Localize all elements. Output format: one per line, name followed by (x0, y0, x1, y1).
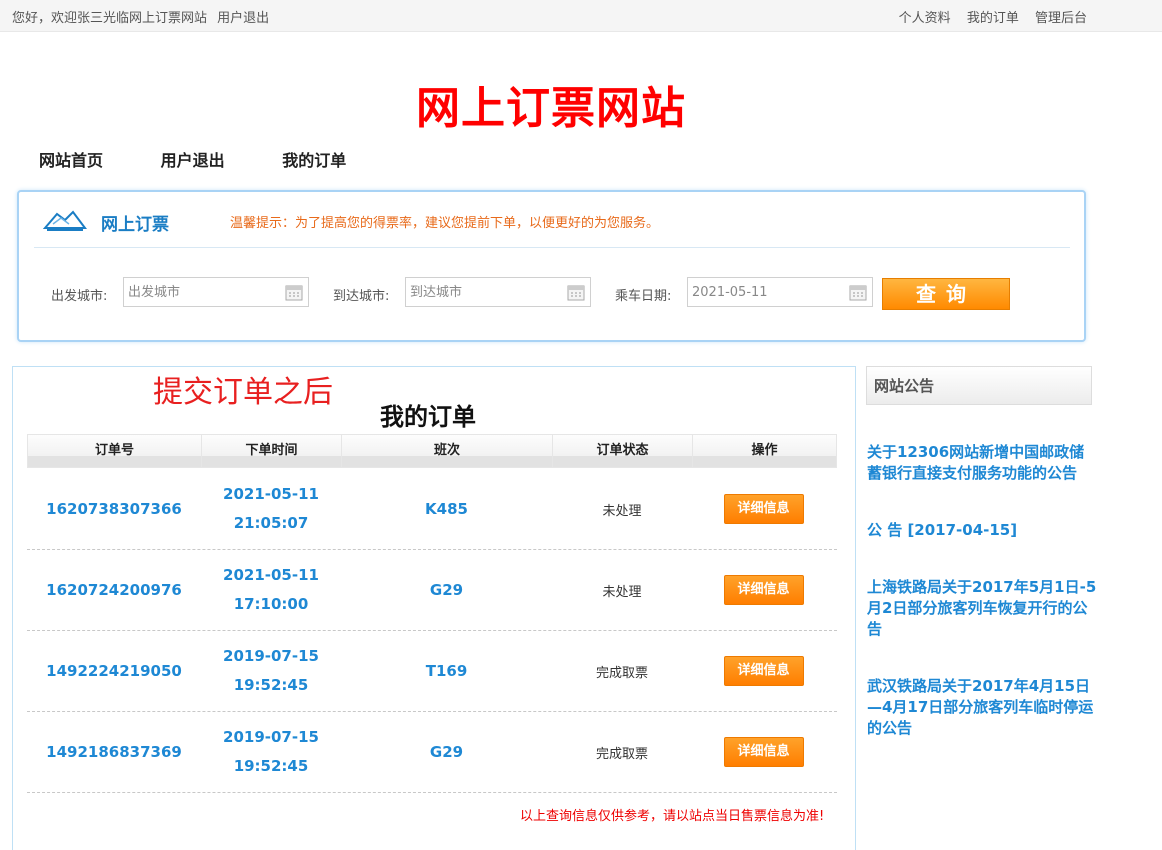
order-status: 未处理 (602, 503, 642, 519)
topbar-right: 个人资料 我的订单 管理后台 (887, 7, 1087, 26)
top-bar: 您好，欢迎张三光临网上订票网站 用户退出 个人资料 我的订单 管理后台 (0, 0, 1162, 32)
order-date: 2021-05-11 (223, 566, 319, 584)
order-id: 1620724200976 (46, 581, 182, 599)
annotation-note: 提交订单之后 (153, 375, 333, 410)
to-city-input[interactable]: 到达城市 (405, 277, 591, 307)
my-orders-link[interactable]: 我的订单 (967, 11, 1019, 26)
col-order-id: 订单号 (28, 435, 202, 467)
order-time: 2021-05-11 21:05:07 (201, 480, 341, 538)
query-button[interactable]: 查询 (882, 278, 1010, 310)
col-train: 班次 (342, 435, 553, 467)
notice-item[interactable]: 公 告 [2017-04-15] (867, 520, 1097, 541)
order-action: 详细信息 (692, 737, 835, 767)
date-label: 乘车日期: (615, 289, 672, 304)
detail-button[interactable]: 详细信息 (723, 575, 804, 605)
profile-link[interactable]: 个人资料 (899, 11, 951, 26)
notice-header: 网站公告 (866, 366, 1092, 405)
admin-link[interactable]: 管理后台 (1035, 11, 1087, 26)
from-city-label: 出发城市: (51, 289, 108, 304)
order-train: G29 (429, 743, 464, 761)
order-time: 2019-07-15 19:52:45 (201, 642, 341, 700)
topbar-left: 您好，欢迎张三光临网上订票网站 用户退出 (12, 7, 275, 26)
order-action: 详细信息 (692, 494, 835, 524)
order-clock: 19:52:45 (233, 757, 309, 775)
order-status: 未处理 (602, 584, 642, 600)
order-clock: 21:05:07 (233, 514, 309, 532)
col-status: 订单状态 (553, 435, 693, 467)
notice-item[interactable]: 武汉铁路局关于2017年4月15日—4月17日部分旅客列车临时停运的公告 (867, 676, 1097, 739)
welcome-text: 您好，欢迎张三光临网上订票网站 (12, 11, 208, 26)
nav-home[interactable]: 网站首页 (39, 151, 103, 170)
search-tip: 温馨提示：为了提高您的得票率，建议您提前下单，以便更好的为您服务。 (230, 216, 660, 231)
orders-title: 我的订单 (380, 403, 476, 431)
order-time: 2019-07-15 19:52:45 (201, 723, 341, 781)
table-row: 1620724200976 2021-05-11 17:10:00 G29 未处… (27, 550, 837, 631)
site-title: 网上订票网站 (416, 83, 686, 134)
detail-button[interactable]: 详细信息 (723, 737, 804, 767)
order-id: 1492186837369 (46, 743, 182, 761)
col-order-time: 下单时间 (202, 435, 342, 467)
order-status: 完成取票 (595, 665, 648, 681)
nav-logout[interactable]: 用户退出 (161, 151, 225, 170)
table-row: 1620738307366 2021-05-11 21:05:07 K485 未… (27, 469, 837, 550)
order-train: K485 (425, 500, 468, 518)
to-city-label: 到达城市: (333, 289, 390, 304)
detail-button[interactable]: 详细信息 (723, 494, 804, 524)
topbar-logout-link[interactable]: 用户退出 (217, 11, 269, 26)
notice-item[interactable]: 上海铁路局关于2017年5月1日-5月2日部分旅客列车恢复开行的公告 (867, 577, 1097, 640)
order-action: 详细信息 (692, 656, 835, 686)
nav-my-orders[interactable]: 我的订单 (282, 151, 346, 170)
panel-divider (34, 247, 1070, 248)
table-row: 1492186837369 2019-07-15 19:52:45 G29 完成… (27, 712, 837, 793)
order-train: G29 (429, 581, 464, 599)
orders-table-header: 订单号 下单时间 班次 订单状态 操作 (27, 434, 837, 468)
order-clock: 19:52:45 (233, 676, 309, 694)
calendar-icon[interactable] (849, 284, 867, 301)
main-nav: 网站首页 用户退出 我的订单 (39, 147, 398, 171)
detail-button[interactable]: 详细信息 (723, 656, 804, 686)
date-value: 2021-05-11 (692, 285, 768, 300)
order-action: 详细信息 (692, 575, 835, 605)
calendar-icon[interactable] (567, 284, 585, 301)
table-row: 1492224219050 2019-07-15 19:52:45 T169 完… (27, 631, 837, 712)
order-date: 2019-07-15 (223, 728, 319, 746)
order-date: 2019-07-15 (223, 647, 319, 665)
search-panel-title: 网上订票 (101, 215, 169, 235)
order-id: 1620738307366 (46, 500, 182, 518)
from-city-placeholder: 出发城市 (128, 285, 181, 300)
order-time: 2021-05-11 17:10:00 (201, 561, 341, 619)
orders-disclaimer: 以上查询信息仅供参考，请以站点当日售票信息为准! (520, 809, 825, 824)
from-city-input[interactable]: 出发城市 (123, 277, 309, 307)
to-city-placeholder: 到达城市 (410, 285, 463, 300)
notice-item[interactable]: 关于12306网站新增中国邮政储蓄银行直接支付服务功能的公告 (867, 442, 1097, 484)
date-input[interactable]: 2021-05-11 (687, 277, 873, 307)
order-clock: 17:10:00 (233, 595, 309, 613)
order-train: T169 (425, 662, 468, 680)
calendar-icon[interactable] (285, 284, 303, 301)
order-date: 2021-05-11 (223, 485, 319, 503)
order-status: 完成取票 (595, 746, 648, 762)
ticket-search-panel: 网上订票 温馨提示：为了提高您的得票率，建议您提前下单，以便更好的为您服务。 出… (17, 190, 1086, 342)
col-action: 操作 (751, 443, 778, 458)
train-logo-icon (43, 210, 87, 231)
order-id: 1492224219050 (46, 662, 182, 680)
